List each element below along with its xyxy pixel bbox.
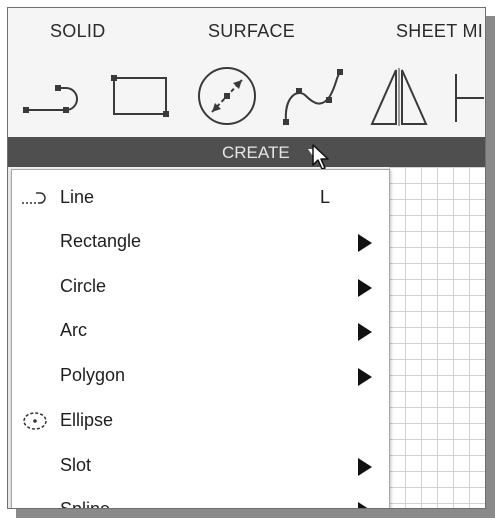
rectangle-icon xyxy=(111,75,169,117)
line-arc-icon xyxy=(22,192,46,204)
tab-surface[interactable]: SURFACE xyxy=(208,21,295,42)
spline-icon xyxy=(283,69,343,125)
toolbar xyxy=(8,58,485,138)
mirror-icon xyxy=(370,68,428,126)
ellipse-icon xyxy=(23,412,47,430)
menu-item-label: Line xyxy=(60,187,95,207)
create-menu-bar[interactable]: CREATE xyxy=(8,137,485,167)
app-window: SOLID SURFACE SHEET MI CREATE Line L Rec… xyxy=(7,7,486,509)
submenu-arrow-icon xyxy=(358,323,372,341)
line-tool-button[interactable] xyxy=(20,66,90,126)
workspace-tabs: SOLID SURFACE SHEET MI xyxy=(8,8,485,58)
menu-item-polygon[interactable]: Polygon xyxy=(12,354,389,398)
submenu-arrow-icon xyxy=(358,279,372,297)
menu-item-label: Spline xyxy=(60,499,111,509)
menu-item-label: Polygon xyxy=(60,365,126,385)
submenu-arrow-icon xyxy=(358,502,372,508)
tab-sheet-metal[interactable]: SHEET MI xyxy=(396,21,483,42)
create-dropdown-menu: Line L Rectangle Circle Arc Polygon Elli… xyxy=(11,169,390,509)
spline-tool-button[interactable] xyxy=(280,66,350,128)
menu-item-line[interactable]: Line L xyxy=(12,176,389,220)
circle-tool-button[interactable] xyxy=(192,66,262,126)
menu-item-ellipse[interactable]: Ellipse xyxy=(12,399,389,443)
submenu-arrow-icon xyxy=(358,458,372,476)
menu-item-spline[interactable]: Spline xyxy=(12,488,389,509)
menu-item-label: Arc xyxy=(60,320,87,340)
menu-item-arc[interactable]: Arc xyxy=(12,309,389,353)
circle-diameter-icon xyxy=(198,67,256,125)
tab-solid[interactable]: SOLID xyxy=(50,21,106,42)
menu-item-label: Slot xyxy=(60,455,92,475)
menu-item-circle[interactable]: Circle xyxy=(12,265,389,309)
menu-item-slot[interactable]: Slot xyxy=(12,444,389,488)
dimension-icon xyxy=(455,74,484,122)
menu-item-label: Ellipse xyxy=(60,410,114,430)
sketch-canvas-grid[interactable] xyxy=(389,167,485,508)
menu-item-label: Rectangle xyxy=(60,231,142,251)
submenu-arrow-icon xyxy=(358,368,372,386)
shortcut-key: L xyxy=(320,187,331,207)
rectangle-tool-button[interactable] xyxy=(106,66,176,126)
create-menu-label[interactable]: CREATE xyxy=(222,143,290,163)
menu-item-label: Circle xyxy=(60,276,107,296)
menu-item-rectangle[interactable]: Rectangle xyxy=(12,220,389,264)
mirror-tool-button[interactable] xyxy=(366,66,436,128)
submenu-arrow-icon xyxy=(358,234,372,252)
dimension-tool-button[interactable] xyxy=(448,66,485,128)
line-arc-icon xyxy=(23,85,78,113)
